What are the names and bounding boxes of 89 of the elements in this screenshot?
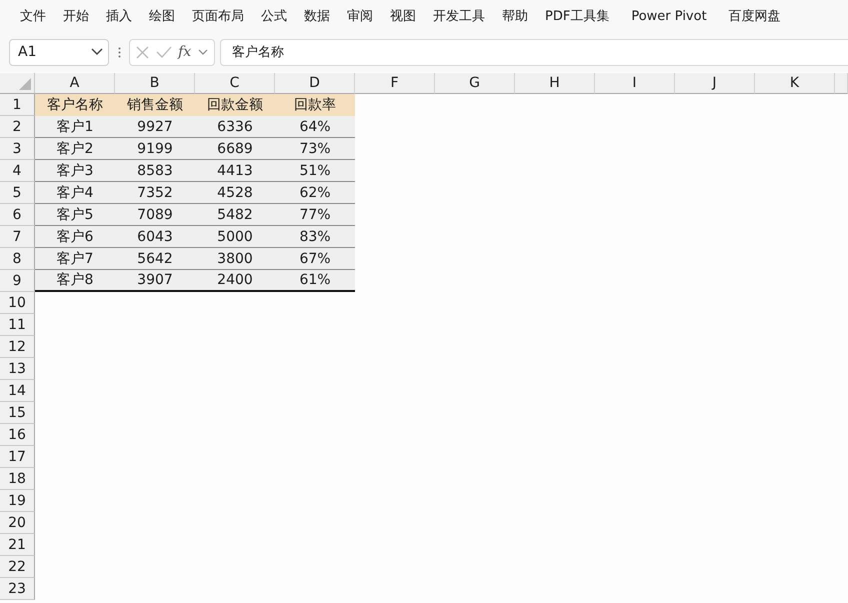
select-all-icon[interactable] [19,78,31,90]
menu-tab[interactable]: 开发工具 [433,7,485,25]
column-header[interactable]: F [355,73,435,94]
table-cell: 2400 [195,270,275,292]
menu-tab[interactable]: 帮助 [502,7,528,25]
menu-tab[interactable]: Power Pivot [631,8,707,24]
chevron-down-icon[interactable] [198,48,208,56]
table-cell: 客户6 [35,226,115,248]
row-header[interactable]: 16 [0,424,35,446]
row-header[interactable]: 17 [0,446,35,468]
menu-tab[interactable]: 公式 [261,7,287,25]
table-cell: 5000 [195,226,275,248]
row-header[interactable]: 22 [0,556,35,578]
table-cell: 6043 [115,226,195,248]
table-cell: 8583 [115,160,195,182]
column-header[interactable] [835,73,848,94]
table-cell: 62% [275,182,355,204]
table-cell: 61% [275,270,355,292]
table-cell: 6689 [195,138,275,160]
row-header[interactable]: 20 [0,512,35,534]
row-header[interactable]: 12 [0,336,35,358]
table-cell: 77% [275,204,355,226]
table-cell: 9199 [115,138,195,160]
table-cell: 3800 [195,248,275,270]
row-header[interactable]: 15 [0,402,35,424]
row-header[interactable]: 19 [0,490,35,512]
row-header[interactable]: 13 [0,358,35,380]
table-cell: 销售金额 [115,94,195,116]
table-cell: 客户4 [35,182,115,204]
row-header[interactable]: 4 [0,160,35,182]
row-header[interactable]: 23 [0,578,35,600]
column-header[interactable]: K [755,73,835,94]
table-cell: 客户5 [35,204,115,226]
chevron-down-icon [91,48,103,56]
column-header[interactable]: H [515,73,595,94]
table-cell: 客户名称 [35,94,115,116]
column-header[interactable]: G [435,73,515,94]
insert-function-button[interactable]: fx [178,44,192,60]
table-cell: 回款率 [275,94,355,116]
table-cell: 4413 [195,160,275,182]
column-header[interactable]: J [675,73,755,94]
formula-input[interactable]: 客户名称 [220,38,848,66]
menu-tab[interactable]: 开始 [63,7,89,25]
more-icon[interactable] [118,46,121,58]
row-header[interactable]: 7 [0,226,35,248]
column-header[interactable]: I [595,73,675,94]
table-cell: 9927 [115,116,195,138]
table-cell: 64% [275,116,355,138]
check-icon[interactable] [156,46,172,58]
row-header[interactable]: 10 [0,292,35,314]
row-header[interactable]: 8 [0,248,35,270]
table-cell: 7089 [115,204,195,226]
table-cell: 4528 [195,182,275,204]
menu-tab[interactable]: 插入 [106,7,132,25]
row-header[interactable]: 1 [0,94,35,116]
table-cell: 客户1 [35,116,115,138]
name-box[interactable]: A1 [9,38,109,66]
menu-tab[interactable]: 文件 [20,7,46,25]
row-header[interactable]: 9 [0,270,35,292]
table-cell: 67% [275,248,355,270]
table-cell: 回款金额 [195,94,275,116]
table-cell: 6336 [195,116,275,138]
row-header[interactable]: 14 [0,380,35,402]
row-header[interactable]: 2 [0,116,35,138]
table-cell: 客户2 [35,138,115,160]
table-cell: 3907 [115,270,195,292]
table-cell: 7352 [115,182,195,204]
table-cell: 客户3 [35,160,115,182]
table-cell: 客户7 [35,248,115,270]
row-header[interactable]: 5 [0,182,35,204]
table-cell: 73% [275,138,355,160]
table-cell: 83% [275,226,355,248]
menu-tab[interactable]: 绘图 [149,7,175,25]
close-icon[interactable] [136,46,150,58]
table-cell: 5642 [115,248,195,270]
menu-tab[interactable]: 页面布局 [192,7,244,25]
row-header[interactable]: 11 [0,314,35,336]
table-cell: 51% [275,160,355,182]
menu-tab[interactable]: 数据 [304,7,330,25]
row-header[interactable]: 6 [0,204,35,226]
menu-tab[interactable]: 审阅 [347,7,373,25]
menu-tab[interactable]: PDF工具集 [545,7,610,25]
menu-tab[interactable]: 视图 [390,7,416,25]
table-cell: 5482 [195,204,275,226]
row-header[interactable]: 3 [0,138,35,160]
row-header[interactable]: 21 [0,534,35,556]
table-cell: 客户8 [35,270,115,292]
menu-tab[interactable]: 百度网盘 [728,7,781,25]
row-header[interactable]: 18 [0,468,35,490]
